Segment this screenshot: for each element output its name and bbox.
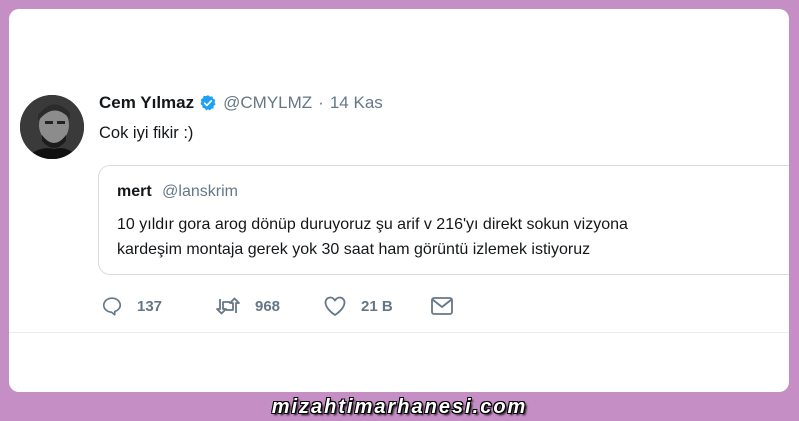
- message-icon: [431, 297, 453, 315]
- reply-count: 137: [137, 297, 163, 315]
- quote-author-name[interactable]: mert: [117, 183, 152, 200]
- like-count: 21 B: [361, 297, 393, 315]
- tweet-actions: 137 968 21 B: [101, 295, 454, 317]
- tweet-date[interactable]: 14 Kas: [330, 93, 383, 113]
- avatar[interactable]: [20, 95, 84, 159]
- quote-text: 10 yıldır gora arog dönüp duruyoruz şu a…: [117, 212, 757, 262]
- separator-dot: ·: [318, 93, 324, 112]
- reply-button[interactable]: 137: [101, 295, 215, 317]
- avatar-photo: [20, 95, 84, 159]
- direct-message-button[interactable]: [430, 295, 454, 317]
- tweet-text: Cok iyi fikir :): [99, 124, 194, 142]
- quote-header: mert @lanskrim: [117, 183, 238, 201]
- reply-icon: [102, 297, 122, 316]
- author-handle[interactable]: @CMYLMZ: [223, 93, 312, 113]
- like-icon: [324, 296, 346, 316]
- quoted-tweet[interactable]: mert @lanskrim 10 yıldır gora arog dönüp…: [98, 165, 789, 275]
- verified-badge-icon: [200, 95, 216, 111]
- watermark: mizahtimarhanesi.com: [271, 396, 528, 418]
- tweet-header: Cem Yılmaz @CMYLMZ · 14 Kas: [99, 93, 383, 113]
- tweet-card: Cem Yılmaz @CMYLMZ · 14 Kas Cok iyi fiki…: [9, 9, 789, 392]
- retweet-button[interactable]: 968: [215, 295, 323, 317]
- quote-author-handle[interactable]: @lanskrim: [162, 183, 238, 200]
- like-button[interactable]: 21 B: [323, 295, 430, 317]
- retweet-icon: [216, 297, 240, 315]
- author-name[interactable]: Cem Yılmaz: [99, 93, 194, 113]
- quote-text-line-2: kardeşim montaja gerek yok 30 saat ham g…: [117, 241, 591, 258]
- retweet-count: 968: [255, 297, 281, 315]
- bottom-divider: [9, 332, 789, 333]
- quote-text-line-1: 10 yıldır gora arog dönüp duruyoruz şu a…: [117, 216, 628, 233]
